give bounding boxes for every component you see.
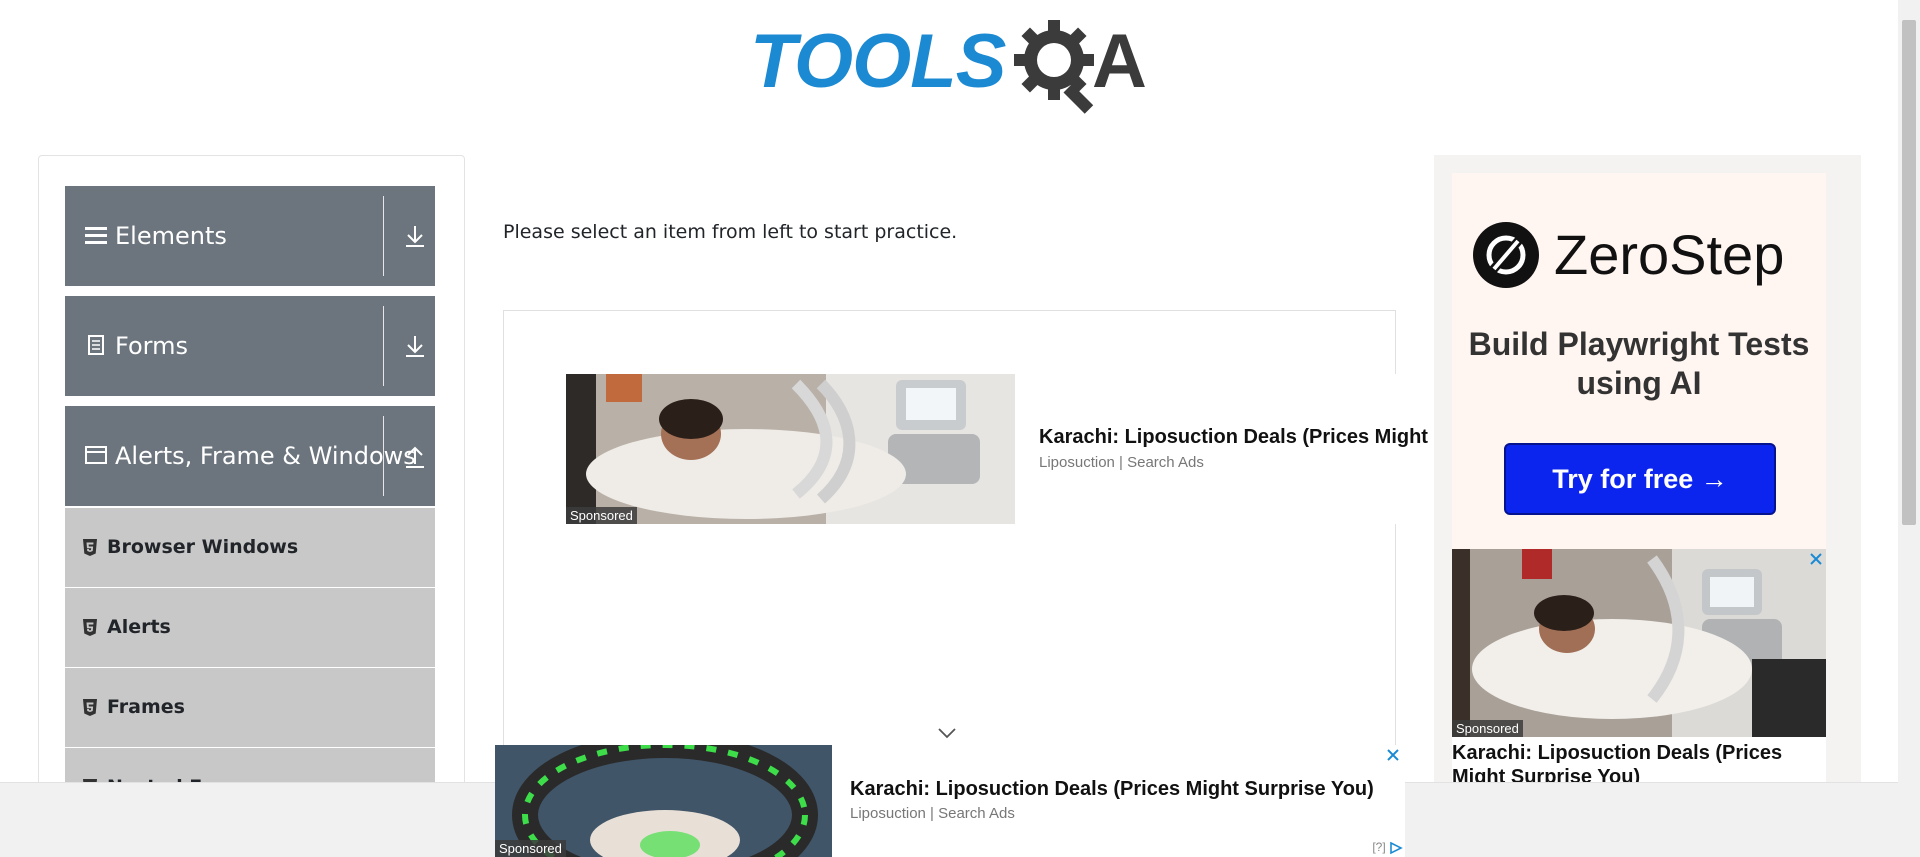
- document-icon: [88, 335, 104, 355]
- sidebar-item-label: Alerts: [107, 616, 171, 638]
- download-arrow-icon[interactable]: [395, 326, 435, 366]
- toolsqa-logo[interactable]: TOOLS A: [750, 18, 1155, 114]
- sponsored-badge: Sponsored: [1452, 720, 1523, 737]
- html5-icon: [83, 539, 97, 556]
- page-prompt: Please select an item from left to start…: [503, 221, 958, 243]
- zerostep-brand: ZeroStep: [1554, 223, 1785, 286]
- divider: [383, 416, 384, 496]
- ad-photo: [1452, 549, 1826, 737]
- logo-a-letter: A: [1092, 19, 1147, 104]
- logo-text: TOOLS: [750, 19, 1006, 104]
- group-forms[interactable]: Forms: [65, 296, 435, 396]
- scroll-thumb[interactable]: [1902, 20, 1916, 525]
- hamburger-icon: [85, 227, 107, 244]
- close-icon[interactable]: [1808, 551, 1824, 567]
- ad-image[interactable]: Sponsored: [566, 374, 1015, 524]
- adchoices-icon: [1390, 841, 1403, 855]
- sidebar-item-label: Browser Windows: [107, 536, 299, 558]
- upload-arrow-icon[interactable]: [395, 436, 435, 476]
- zerostep-tagline: Build Playwright Tests using AI: [1468, 326, 1810, 401]
- window-icon: [85, 446, 107, 464]
- sponsored-badge: Sponsored: [566, 507, 637, 524]
- group-elements[interactable]: Elements: [65, 186, 435, 286]
- sponsored-badge: Sponsored: [495, 840, 566, 857]
- download-arrow-icon[interactable]: [395, 216, 435, 256]
- divider: [383, 306, 384, 386]
- ad-source[interactable]: Liposuction | Search Ads: [1039, 454, 1204, 471]
- page-scrollbar[interactable]: [1898, 0, 1920, 857]
- sidebar-item-alerts[interactable]: Alerts: [65, 588, 435, 668]
- left-panel: Elements Forms Alerts, Frame & Windows B…: [38, 155, 465, 857]
- alerts-submenu: Browser Windows Alerts Frames Nested Fra…: [65, 508, 435, 828]
- ad-image[interactable]: Sponsored: [495, 745, 832, 857]
- divider: [383, 196, 384, 276]
- zerostep-logo-icon: [1473, 222, 1539, 288]
- html5-icon: [83, 619, 97, 636]
- group-elements-label: Elements: [115, 222, 227, 250]
- group-forms-label: Forms: [115, 332, 188, 360]
- group-alerts-label: Alerts, Frame & Windows: [115, 442, 416, 470]
- ad-source[interactable]: Liposuction | Search Ads: [850, 805, 1015, 822]
- ad-title[interactable]: Karachi: Liposuction Deals (Prices Might…: [850, 778, 1374, 801]
- ad-photo: [566, 374, 1015, 524]
- chevron-down-icon[interactable]: [937, 726, 957, 740]
- adchoices-link[interactable]: [?]: [1372, 840, 1403, 855]
- close-icon[interactable]: [1385, 747, 1401, 763]
- zerostep-ad[interactable]: ZeroStep Build Playwright Tests using AI…: [1452, 173, 1826, 549]
- sidebar-item-browser-windows[interactable]: Browser Windows: [65, 508, 435, 588]
- bottom-sticky-ad[interactable]: Sponsored Karachi: Liposuction Deals (Pr…: [495, 745, 1405, 857]
- right-sponsored-card[interactable]: Sponsored Karachi: Liposuction Deals (Pr…: [1452, 549, 1826, 789]
- inline-ad[interactable]: Sponsored Karachi: Liposuction Deals (Pr…: [566, 374, 1563, 524]
- sidebar-item-label: Frames: [107, 696, 185, 718]
- group-alerts-frame-windows[interactable]: Alerts, Frame & Windows: [65, 406, 435, 506]
- try-for-free-button[interactable]: Try for free →: [1504, 443, 1776, 515]
- sidebar-item-frames[interactable]: Frames: [65, 668, 435, 748]
- adchoices-text: [?]: [1372, 840, 1386, 855]
- html5-icon: [83, 699, 97, 716]
- ad-image[interactable]: Sponsored: [1452, 549, 1826, 737]
